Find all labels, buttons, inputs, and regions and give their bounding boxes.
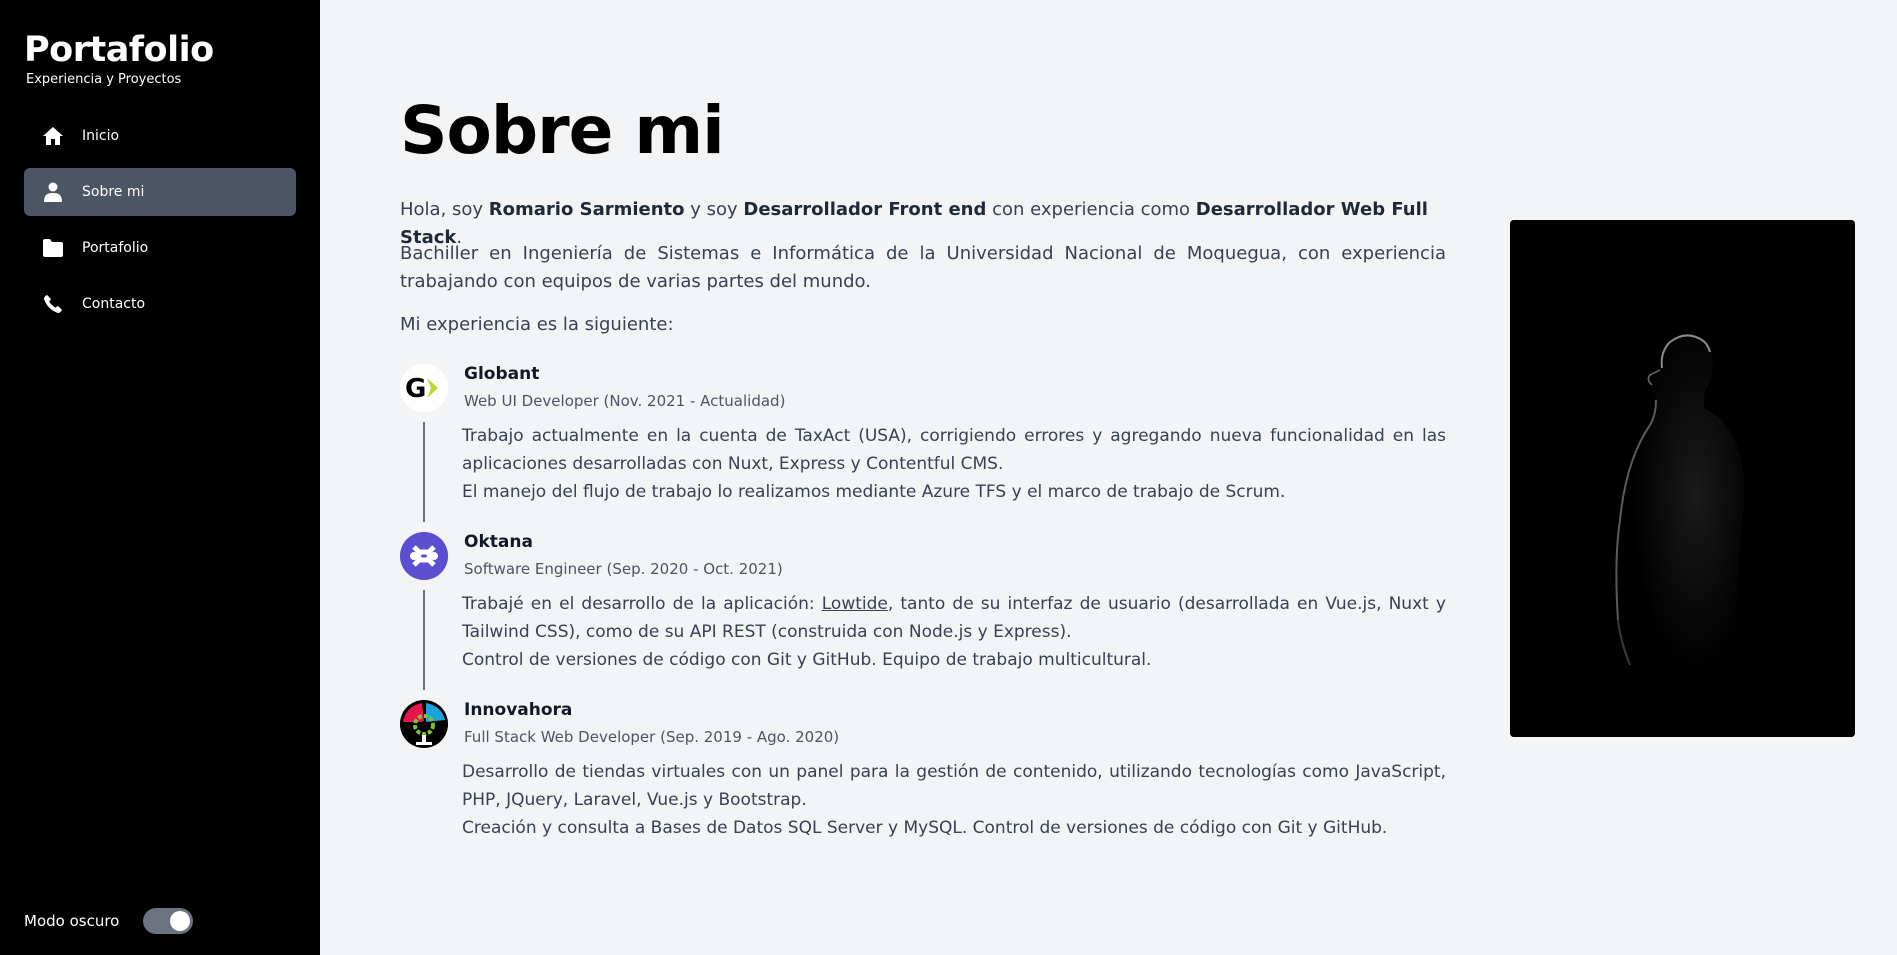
timeline-line	[423, 590, 425, 690]
education-paragraph: Bachiller en Ingeniería de Sistemas e In…	[400, 243, 1446, 292]
brand-title[interactable]: Portafolio	[24, 30, 214, 70]
job-company: Globant	[464, 364, 540, 384]
job-role: Full Stack Web Developer (Sep. 2019 - Ag…	[464, 728, 840, 746]
intro-text: con experiencia como	[986, 199, 1196, 220]
sidebar-item-label: Sobre mi	[82, 184, 145, 200]
sidebar-item-sobre-mi[interactable]: Sobre mi	[24, 168, 296, 216]
job-company: Oktana	[464, 532, 533, 552]
page-title: Sobre mi	[400, 92, 725, 169]
profile-photo	[1510, 220, 1855, 737]
author-name: Romario Sarmiento	[488, 199, 685, 220]
toggle-knob	[170, 911, 191, 931]
job-company: Innovahora	[464, 700, 573, 720]
job-description-line: Desarrollo de tiendas virtuales con un p…	[462, 762, 1446, 810]
dark-mode-toggle[interactable]	[143, 908, 194, 934]
job-description-line: Control de versiones de código con Git y…	[462, 650, 1152, 670]
phone-icon	[42, 293, 64, 315]
folder-icon	[42, 237, 64, 259]
home-icon	[42, 125, 64, 147]
sidebar-item-inicio[interactable]: Inicio	[24, 112, 296, 160]
brand: Portafolio Experiencia y Proyectos	[24, 30, 214, 87]
sidebar: Portafolio Experiencia y Proyectos Inici…	[0, 0, 320, 955]
dark-mode-control: Modo oscuro	[24, 908, 194, 934]
innovahora-logo-icon	[400, 700, 448, 748]
current-role: Desarrollador Front end	[743, 199, 987, 220]
job-entry-innovahora: Innovahora Full Stack Web Developer (Sep…	[400, 700, 1446, 868]
job-description: Trabajo actualmente en la cuenta de TaxA…	[462, 422, 1446, 506]
job-description-line: Trabajo actualmente en la cuenta de TaxA…	[462, 426, 1446, 474]
user-icon	[42, 181, 64, 203]
job-description: Desarrollo de tiendas virtuales con un p…	[462, 758, 1446, 842]
sidebar-item-label: Contacto	[82, 296, 146, 312]
sidebar-item-label: Inicio	[82, 128, 120, 144]
job-role: Software Engineer (Sep. 2020 - Oct. 2021…	[464, 560, 783, 578]
intro-text: Hola, soy	[400, 199, 489, 220]
job-description-line: Creación y consulta a Bases de Datos SQL…	[462, 818, 1388, 838]
job-entry-oktana: Oktana Software Engineer (Sep. 2020 - Oc…	[400, 532, 1446, 700]
experience-intro: Mi experiencia es la siguiente:	[400, 314, 674, 335]
job-description-line: El manejo del flujo de trabajo lo realiz…	[462, 482, 1286, 502]
sidebar-item-portafolio[interactable]: Portafolio	[24, 224, 296, 272]
sidebar-nav: Inicio Sobre mi Portafolio Contacto	[24, 112, 296, 336]
oktana-logo-icon	[400, 532, 448, 580]
job-entry-globant: G Globant Web UI Developer (Nov. 2021 - …	[400, 364, 1446, 532]
job-description-text: Trabajé en el desarrollo de la aplicació…	[462, 594, 822, 614]
job-description-line: Trabajé en el desarrollo de la aplicació…	[462, 590, 1446, 646]
lowtide-link[interactable]: Lowtide	[822, 594, 888, 614]
svg-text:G: G	[405, 374, 426, 404]
intro-text: y soy	[684, 199, 744, 220]
timeline-line	[423, 422, 425, 522]
globant-logo-icon: G	[400, 364, 448, 412]
job-role: Web UI Developer (Nov. 2021 - Actualidad…	[464, 392, 786, 410]
sidebar-item-label: Portafolio	[82, 240, 149, 256]
sidebar-item-contacto[interactable]: Contacto	[24, 280, 296, 328]
job-description: Trabajé en el desarrollo de la aplicació…	[462, 590, 1446, 674]
brand-subtitle: Experiencia y Proyectos	[26, 72, 182, 87]
experience-timeline: G Globant Web UI Developer (Nov. 2021 - …	[400, 364, 1446, 868]
dark-mode-label: Modo oscuro	[24, 912, 120, 930]
